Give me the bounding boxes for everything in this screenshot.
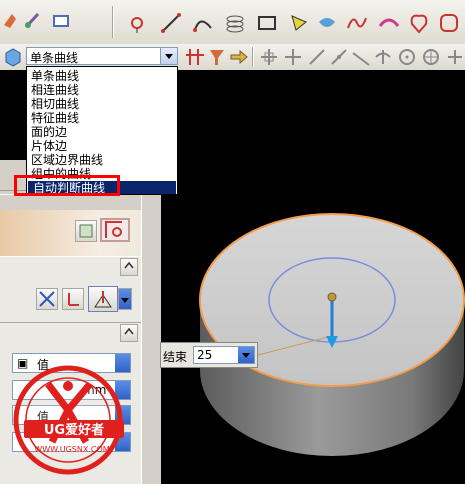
option-feature-curves[interactable]: 特征曲线 (31, 111, 79, 125)
snap-quadrant-icon[interactable] (420, 46, 442, 68)
rectangle-icon[interactable] (256, 12, 278, 34)
option-tangent-curves[interactable]: 相切曲线 (31, 97, 79, 111)
panel-scrollbar[interactable] (141, 190, 161, 484)
end-value-input[interactable]: 25 (193, 346, 255, 364)
snap-control-icon[interactable] (282, 46, 304, 68)
helix-icon[interactable] (224, 12, 246, 34)
bridge-icon[interactable] (378, 12, 400, 34)
fillet-icon[interactable] (438, 12, 460, 34)
vector-dropdown-icon[interactable] (118, 288, 132, 310)
point-icon[interactable] (126, 12, 148, 34)
watermark-brand: UG爱好者 (44, 422, 104, 438)
main-toolbar (0, 0, 465, 45)
offset-icon[interactable] (316, 12, 338, 34)
option-region-boundary[interactable]: 区域边界曲线 (31, 153, 103, 167)
brush-icon[interactable] (22, 10, 44, 32)
snap-mid-icon[interactable] (328, 46, 350, 68)
snap-center-icon[interactable] (396, 46, 418, 68)
snap-existing-point-icon[interactable] (444, 46, 465, 68)
watermark-url: WWW.UGSNX.COM (34, 445, 109, 454)
arrow-right-icon[interactable] (228, 46, 250, 68)
model-icon[interactable] (2, 10, 24, 32)
cube-icon[interactable] (2, 46, 24, 68)
option-single-curve[interactable]: 单条曲线 (31, 69, 79, 83)
end-label: 结束 (163, 350, 188, 364)
option-sheet-edges[interactable]: 片体边 (31, 139, 67, 153)
chevron-down-icon[interactable] (160, 48, 177, 64)
end-value: 25 (197, 348, 213, 362)
collapse-limits-icon[interactable] (120, 324, 138, 342)
snap-tangent-icon[interactable] (350, 46, 372, 68)
shape-icon[interactable] (408, 12, 430, 34)
section-sketch-button[interactable] (100, 218, 130, 242)
vector-constructor-button[interactable] (88, 286, 118, 312)
axis-vector-button[interactable] (62, 288, 84, 310)
option-connected-curves[interactable]: 相连曲线 (31, 83, 79, 97)
callout-highlight-box (14, 175, 120, 196)
snap-perpendicular-icon[interactable] (372, 46, 394, 68)
snap-line-icon[interactable] (306, 46, 328, 68)
spline-icon[interactable] (346, 12, 368, 34)
project-icon[interactable] (288, 12, 310, 34)
collapse-section-icon[interactable] (120, 258, 138, 276)
arc-icon[interactable] (192, 12, 214, 34)
line-icon[interactable] (160, 12, 182, 34)
curve-select-button[interactable] (75, 220, 97, 242)
filter-icon[interactable] (206, 46, 228, 68)
book-icon[interactable] (50, 10, 72, 32)
origin-point[interactable] (327, 292, 337, 302)
end-distance-onscreen-input: 结束 25 (160, 342, 258, 368)
curve-rule-select[interactable]: 单条曲线 (26, 47, 178, 65)
chevron-down-icon[interactable] (238, 347, 254, 363)
curve-rule-value: 单条曲线 (30, 51, 79, 65)
intersect-icon[interactable] (184, 46, 206, 68)
snap-endpoint-icon[interactable] (258, 46, 280, 68)
option-face-edges[interactable]: 面的边 (31, 125, 67, 139)
ug-watermark-logo: UG爱好者 WWW.UGSNX.COM (13, 365, 124, 475)
reverse-direction-button[interactable] (36, 288, 58, 310)
